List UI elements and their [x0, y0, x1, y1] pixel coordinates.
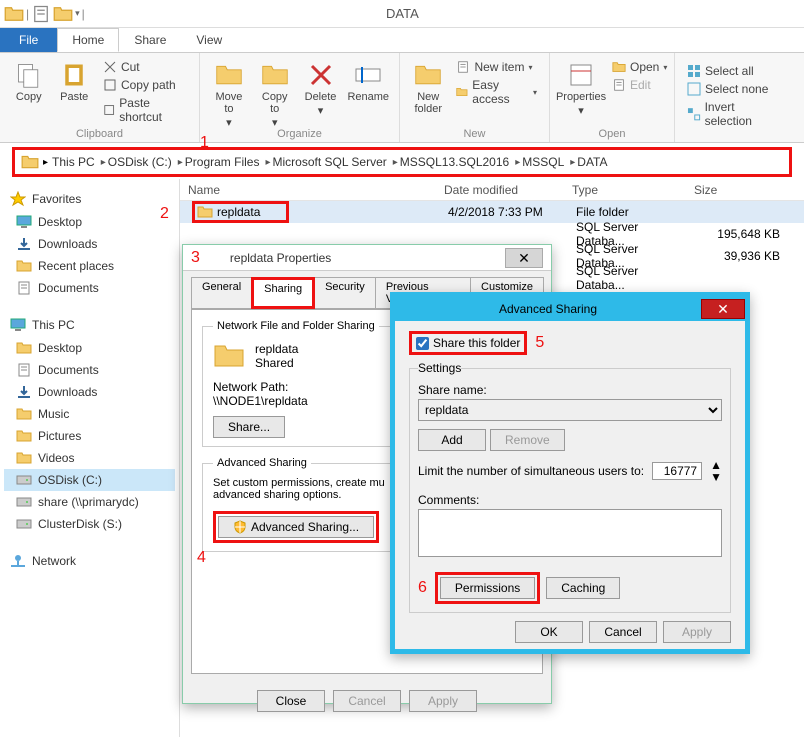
- copyto-button[interactable]: Copy to▾: [256, 57, 294, 129]
- crumb-mssql[interactable]: MSSQL: [522, 155, 564, 169]
- folder-icon: [4, 4, 24, 24]
- tab-share[interactable]: Share: [119, 28, 181, 52]
- fs-advanced-sharing: Advanced Sharing: [213, 457, 311, 469]
- adv-cancel[interactable]: Cancel: [589, 621, 657, 643]
- moveto-button[interactable]: Move to▾: [210, 57, 248, 129]
- settings-legend: Settings: [418, 361, 461, 375]
- adv-ok[interactable]: OK: [515, 621, 583, 643]
- annotation-3: 3: [191, 249, 200, 267]
- nav-cluster[interactable]: ClusterDisk (S:): [4, 513, 175, 535]
- adv-close-button[interactable]: ✕: [701, 299, 745, 319]
- annotation-5: 5: [535, 334, 544, 352]
- prop-tab-security[interactable]: Security: [314, 277, 376, 309]
- thispc-header[interactable]: This PC: [4, 313, 175, 337]
- cut-button[interactable]: Cut: [101, 59, 189, 75]
- sidenav: Favorites Desktop Downloads Recent place…: [0, 179, 180, 737]
- pasteshortcut-button[interactable]: Paste shortcut: [101, 95, 189, 125]
- selectnone-button[interactable]: Select none: [685, 81, 785, 97]
- crumb-data[interactable]: DATA: [577, 155, 607, 169]
- copy-button[interactable]: Copy: [10, 57, 47, 103]
- adv-apply: Apply: [663, 621, 731, 643]
- network-header[interactable]: Network: [4, 549, 175, 573]
- annotation-6: 6: [418, 579, 427, 597]
- open-button[interactable]: Open ▾: [610, 59, 669, 75]
- fs-network-sharing: Network File and Folder Sharing: [213, 320, 379, 332]
- prop-tab-sharing[interactable]: Sharing: [251, 277, 315, 309]
- permissions-button[interactable]: Permissions: [440, 577, 535, 599]
- tab-file[interactable]: File: [0, 28, 57, 52]
- easyaccess-button[interactable]: Easy access ▾: [454, 77, 539, 107]
- col-name[interactable]: Name: [180, 183, 436, 197]
- advanced-sharing-button[interactable]: Advanced Sharing...: [218, 516, 374, 538]
- group-organize-label: Organize: [200, 128, 399, 140]
- paste-button[interactable]: Paste: [55, 57, 92, 103]
- limit-label: Limit the number of simultaneous users t…: [418, 464, 644, 478]
- sharename-label: Share name:: [418, 383, 722, 397]
- nav-downloads[interactable]: Downloads: [4, 381, 175, 403]
- prop-apply: Apply: [409, 690, 477, 712]
- col-date[interactable]: Date modified: [436, 183, 564, 197]
- nav-downloads-fav[interactable]: Downloads: [4, 233, 175, 255]
- comments-textarea[interactable]: [418, 509, 722, 557]
- nav-recent-fav[interactable]: Recent places: [4, 255, 175, 277]
- shared-status: Shared: [255, 356, 298, 370]
- crumb-thispc[interactable]: This PC: [52, 155, 95, 169]
- col-size[interactable]: Size: [686, 183, 804, 197]
- crumb-c[interactable]: OSDisk (C:): [108, 155, 172, 169]
- selectall-button[interactable]: Select all: [685, 63, 785, 79]
- prop-close[interactable]: Close: [257, 690, 325, 712]
- file-row-repldata[interactable]: repldata 4/2/2018 7:33 PM File folder: [180, 201, 804, 223]
- titlebar: | ▾ | DATA: [0, 0, 804, 28]
- tab-view[interactable]: View: [181, 28, 237, 52]
- newfolder-button[interactable]: New folder: [410, 57, 446, 115]
- prop-close-button[interactable]: ✕: [505, 248, 543, 268]
- ribbon: File Home Share View Copy Paste Cut Copy…: [0, 28, 804, 143]
- crumb-pf[interactable]: Program Files: [185, 155, 260, 169]
- properties-button[interactable]: Properties▾: [560, 57, 602, 117]
- prop-dlg-title: repldata Properties: [230, 251, 505, 265]
- group-clipboard-label: Clipboard: [0, 128, 199, 140]
- add-button[interactable]: Add: [418, 429, 486, 451]
- folder-name-display: repldata: [255, 342, 298, 356]
- file-row[interactable]: SQL Server Databa... 195,648 KB: [180, 223, 804, 245]
- crumb-sql[interactable]: Microsoft SQL Server: [273, 155, 387, 169]
- props-quick-icon[interactable]: [31, 4, 51, 24]
- favorites-header[interactable]: Favorites: [4, 187, 175, 211]
- adv-title: Advanced Sharing: [395, 302, 701, 316]
- remove-button: Remove: [490, 429, 565, 451]
- advanced-sharing-dialog: Advanced Sharing ✕ Share this folder 5 S…: [390, 292, 750, 654]
- sharename-select[interactable]: repldata: [418, 399, 722, 421]
- share-button[interactable]: Share...: [213, 416, 285, 438]
- nav-pictures[interactable]: Pictures: [4, 425, 175, 447]
- window-title: DATA: [85, 6, 720, 21]
- tab-home[interactable]: Home: [57, 28, 119, 52]
- comments-label: Comments:: [418, 493, 722, 507]
- crumb-inst[interactable]: MSSQL13.SQL2016: [400, 155, 509, 169]
- group-open-label: Open: [550, 128, 674, 140]
- rename-button[interactable]: Rename: [347, 57, 389, 103]
- edit-button: Edit: [610, 77, 669, 93]
- group-new-label: New: [400, 128, 549, 140]
- limit-input[interactable]: [652, 462, 702, 480]
- nav-osdisk[interactable]: OSDisk (C:): [4, 469, 175, 491]
- nav-music[interactable]: Music: [4, 403, 175, 425]
- newfolder-quick-icon[interactable]: [53, 4, 73, 24]
- nav-documents-fav[interactable]: Documents: [4, 277, 175, 299]
- prop-tab-general[interactable]: General: [191, 277, 252, 309]
- share-folder-checkbox[interactable]: Share this folder: [409, 331, 527, 355]
- delete-button[interactable]: Delete▾: [302, 57, 340, 117]
- nav-desktop[interactable]: Desktop: [4, 337, 175, 359]
- nav-desktop-fav[interactable]: Desktop: [4, 211, 175, 233]
- nav-share[interactable]: share (\\primarydc): [4, 491, 175, 513]
- col-type[interactable]: Type: [564, 183, 686, 197]
- invertsel-button[interactable]: Invert selection: [685, 99, 785, 129]
- copypath-button[interactable]: Copy path: [101, 77, 189, 93]
- nav-documents[interactable]: Documents: [4, 359, 175, 381]
- nav-videos[interactable]: Videos: [4, 447, 175, 469]
- caching-button[interactable]: Caching: [546, 577, 620, 599]
- breadcrumb[interactable]: ▸ This PC▸ OSDisk (C:)▸ Program Files▸ M…: [12, 147, 792, 177]
- newitem-button[interactable]: New item ▾: [454, 59, 539, 75]
- prop-cancel: Cancel: [333, 690, 401, 712]
